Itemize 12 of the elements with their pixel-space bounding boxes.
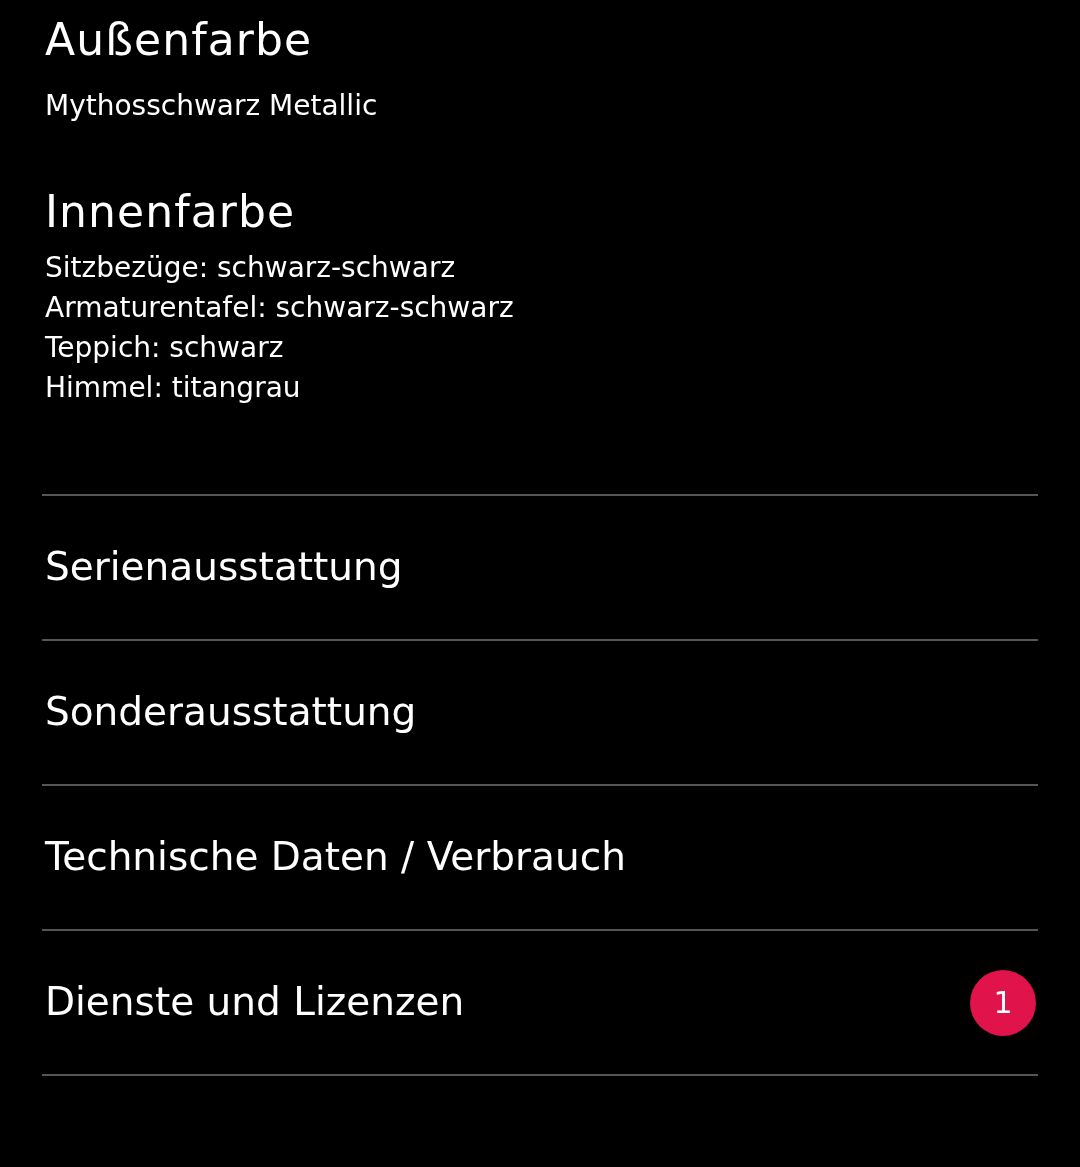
detail-text: Sitzbezüge: schwarz-schwarz: [45, 250, 457, 286]
menu-item[interactable]: Dienste und Lizenzen 1: [42, 931, 1038, 1076]
detail-text: Mythosschwarz Metallic: [45, 88, 379, 124]
menu-item[interactable]: Sonderausstattung: [42, 641, 1038, 786]
detail-text: Armaturentafel: schwarz-schwarz: [45, 290, 515, 326]
menu-item[interactable]: Technische Daten / Verbrauch: [42, 786, 1038, 931]
section-heading: Außenfarbe: [45, 13, 314, 67]
menu-item[interactable]: Serienausstattung: [42, 496, 1038, 641]
detail-text: Teppich: schwarz: [45, 330, 285, 366]
detail-text: Himmel: titangrau: [45, 370, 302, 406]
notification-badge: 1: [970, 969, 1036, 1036]
section-heading: Innenfarbe: [45, 185, 297, 239]
